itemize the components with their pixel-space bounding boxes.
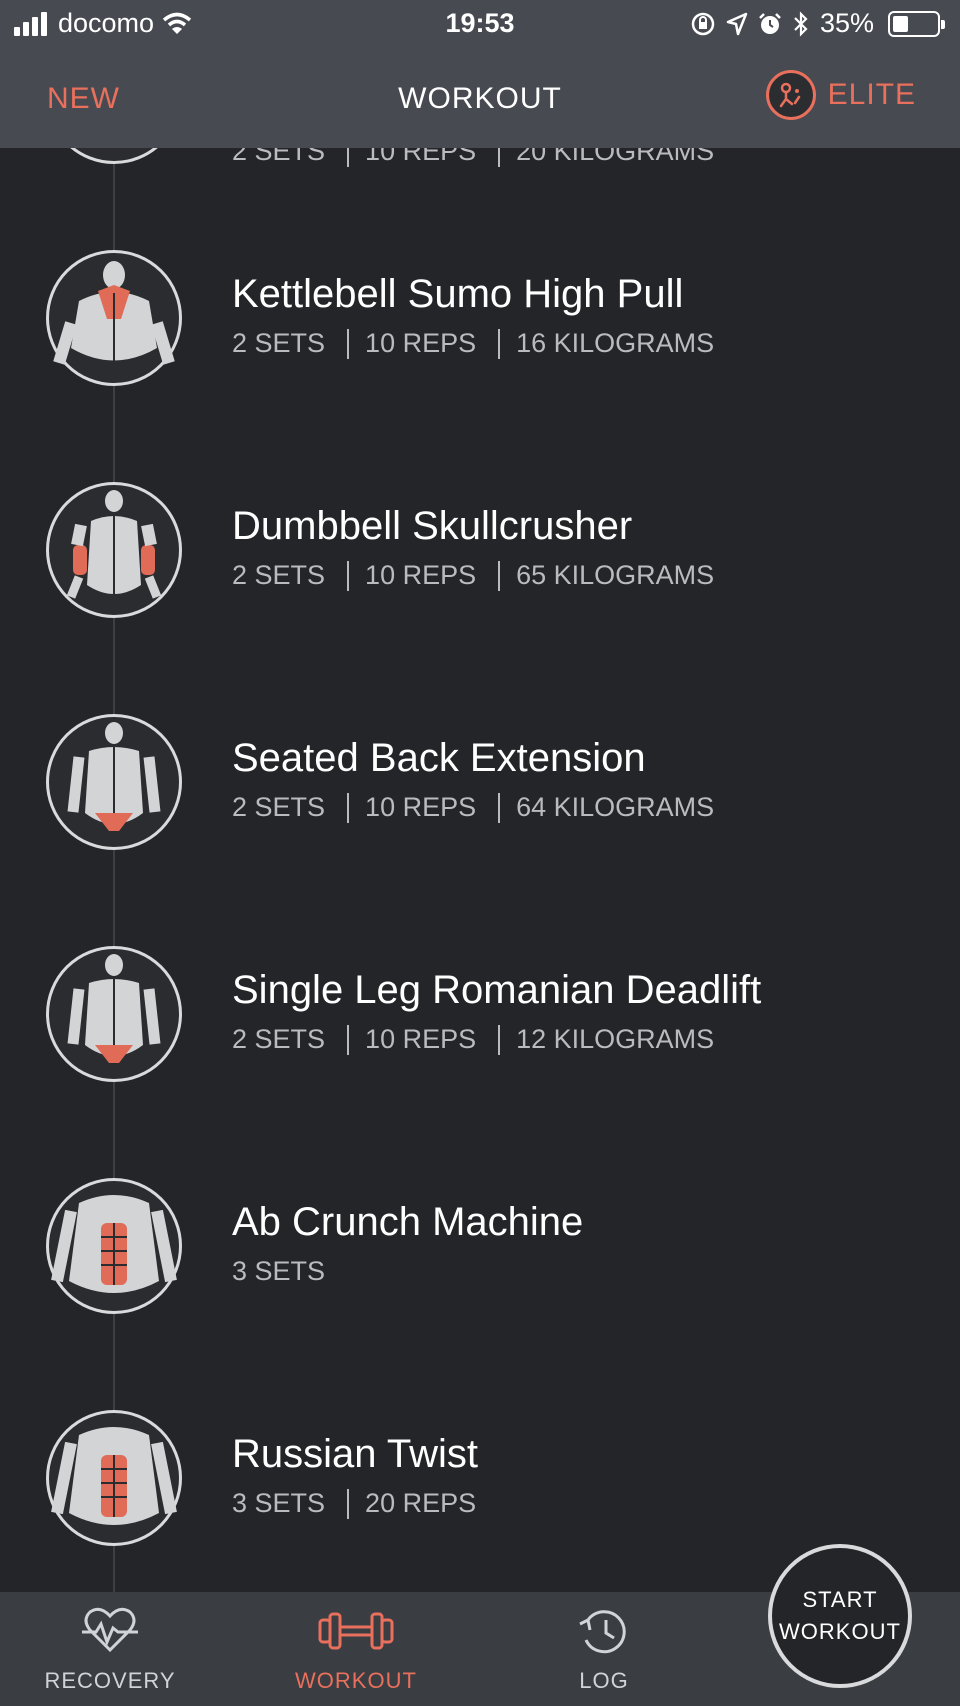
muscle-map-icon	[46, 148, 182, 164]
reps-label: 10 REPS	[365, 328, 477, 358]
elite-label: ELITE	[827, 78, 916, 111]
exercise-name: Ab Crunch Machine	[232, 1200, 584, 1244]
start-workout-line1: START	[802, 1587, 878, 1612]
exercise-meta: 3 SETS 20 REPS	[232, 1488, 476, 1519]
top-chrome: docomo 19:53 35% NEW WORKOUT ELITE	[0, 0, 960, 148]
separator	[498, 148, 501, 167]
sets-label: 2 SETS	[232, 560, 326, 590]
dumbbell-icon	[318, 1612, 394, 1650]
clock-history-icon	[579, 1610, 626, 1654]
list-item[interactable]: Single Leg Romanian Deadlift 2 SETS 10 R…	[0, 946, 960, 1086]
list-item[interactable]: Kettlebell Sumo High Pull 2 SETS 10 REPS…	[0, 250, 960, 390]
reps-label: 10 REPS	[365, 792, 477, 822]
nav-bar: NEW WORKOUT ELITE	[0, 48, 960, 148]
battery-percent: 35%	[819, 8, 874, 38]
front-abs-icon	[46, 1410, 182, 1546]
weight-label: 64 KILOGRAMS	[516, 792, 715, 822]
separator	[498, 560, 501, 591]
exercise-meta: 2 SETS 10 REPS 20 KILOGRAMS	[232, 148, 714, 167]
reps-label: 20 REPS	[365, 1488, 477, 1518]
tab-label: WORKOUT	[295, 1668, 417, 1693]
separator	[498, 328, 501, 359]
back-traps-icon	[46, 250, 182, 386]
separator	[347, 328, 350, 359]
separator	[498, 792, 501, 823]
separator	[498, 1024, 501, 1055]
rotation-lock-icon	[691, 12, 715, 35]
alarm-icon	[759, 12, 781, 34]
tab-recovery[interactable]: RECOVERY	[10, 1592, 210, 1706]
elite-button[interactable]: ELITE	[765, 70, 916, 120]
sets-label: 2 SETS	[232, 148, 326, 166]
tab-label: RECOVERY	[44, 1668, 176, 1693]
separator	[347, 148, 350, 167]
separator	[347, 1024, 350, 1055]
exercise-list[interactable]: 2 SETS 10 REPS 20 KILOGRAMS Kettlebell S…	[0, 148, 960, 1592]
bluetooth-icon	[794, 10, 808, 37]
tab-log[interactable]: LOG	[504, 1592, 704, 1706]
battery-icon	[888, 10, 945, 37]
exercise-name: Single Leg Romanian Deadlift	[232, 968, 762, 1012]
location-icon	[726, 12, 748, 35]
exercise-name: Seated Back Extension	[232, 736, 646, 780]
separator	[347, 792, 350, 823]
list-item[interactable]: Ab Crunch Machine 3 SETS	[0, 1178, 960, 1318]
back-lower-icon	[46, 714, 182, 850]
exercise-meta: 2 SETS 10 REPS 65 KILOGRAMS	[232, 560, 714, 591]
status-right: 35%	[690, 8, 945, 39]
back-lower-icon	[46, 946, 182, 1082]
battery-tip	[941, 19, 945, 29]
reps-label: 10 REPS	[365, 560, 477, 590]
reps-label: 10 REPS	[365, 1024, 477, 1054]
heart-pulse-icon	[82, 1607, 138, 1653]
exercise-name: Kettlebell Sumo High Pull	[232, 272, 684, 316]
list-item[interactable]: Russian Twist 3 SETS 20 REPS	[0, 1410, 960, 1550]
weight-label: 16 KILOGRAMS	[516, 328, 715, 358]
status-bar: docomo 19:53 35%	[0, 0, 960, 48]
battery-fill	[893, 15, 908, 32]
exercise-meta: 2 SETS 10 REPS 16 KILOGRAMS	[232, 328, 714, 359]
sets-label: 2 SETS	[232, 328, 326, 358]
separator	[347, 560, 350, 591]
exercise-meta: 2 SETS 10 REPS 12 KILOGRAMS	[232, 1024, 714, 1055]
sets-label: 2 SETS	[232, 1024, 326, 1054]
start-workout-line2: WORKOUT	[779, 1619, 901, 1644]
separator	[347, 1488, 350, 1519]
reps-label: 10 REPS	[365, 148, 477, 166]
exercise-name: Dumbbell Skullcrusher	[232, 504, 633, 548]
exercise-meta: 3 SETS	[232, 1256, 325, 1287]
weight-label: 20 KILOGRAMS	[516, 148, 715, 166]
back-triceps-icon	[46, 482, 182, 618]
exercise-name: Russian Twist	[232, 1432, 479, 1476]
elite-logo-icon	[765, 70, 816, 120]
list-item[interactable]: 2 SETS 10 REPS 20 KILOGRAMS	[0, 148, 960, 168]
sets-label: 3 SETS	[232, 1488, 326, 1518]
tab-label: LOG	[579, 1668, 629, 1693]
tab-workout[interactable]: WORKOUT	[256, 1592, 456, 1706]
front-abs-icon	[46, 1178, 182, 1314]
weight-label: 12 KILOGRAMS	[516, 1024, 715, 1054]
exercise-meta: 2 SETS 10 REPS 64 KILOGRAMS	[232, 792, 714, 823]
sets-label: 3 SETS	[232, 1256, 326, 1286]
start-workout-button[interactable]: START WORKOUT	[768, 1544, 912, 1688]
sets-label: 2 SETS	[232, 792, 326, 822]
weight-label: 65 KILOGRAMS	[516, 560, 715, 590]
list-item[interactable]: Seated Back Extension 2 SETS 10 REPS 64 …	[0, 714, 960, 854]
list-item[interactable]: Dumbbell Skullcrusher 2 SETS 10 REPS 65 …	[0, 482, 960, 622]
